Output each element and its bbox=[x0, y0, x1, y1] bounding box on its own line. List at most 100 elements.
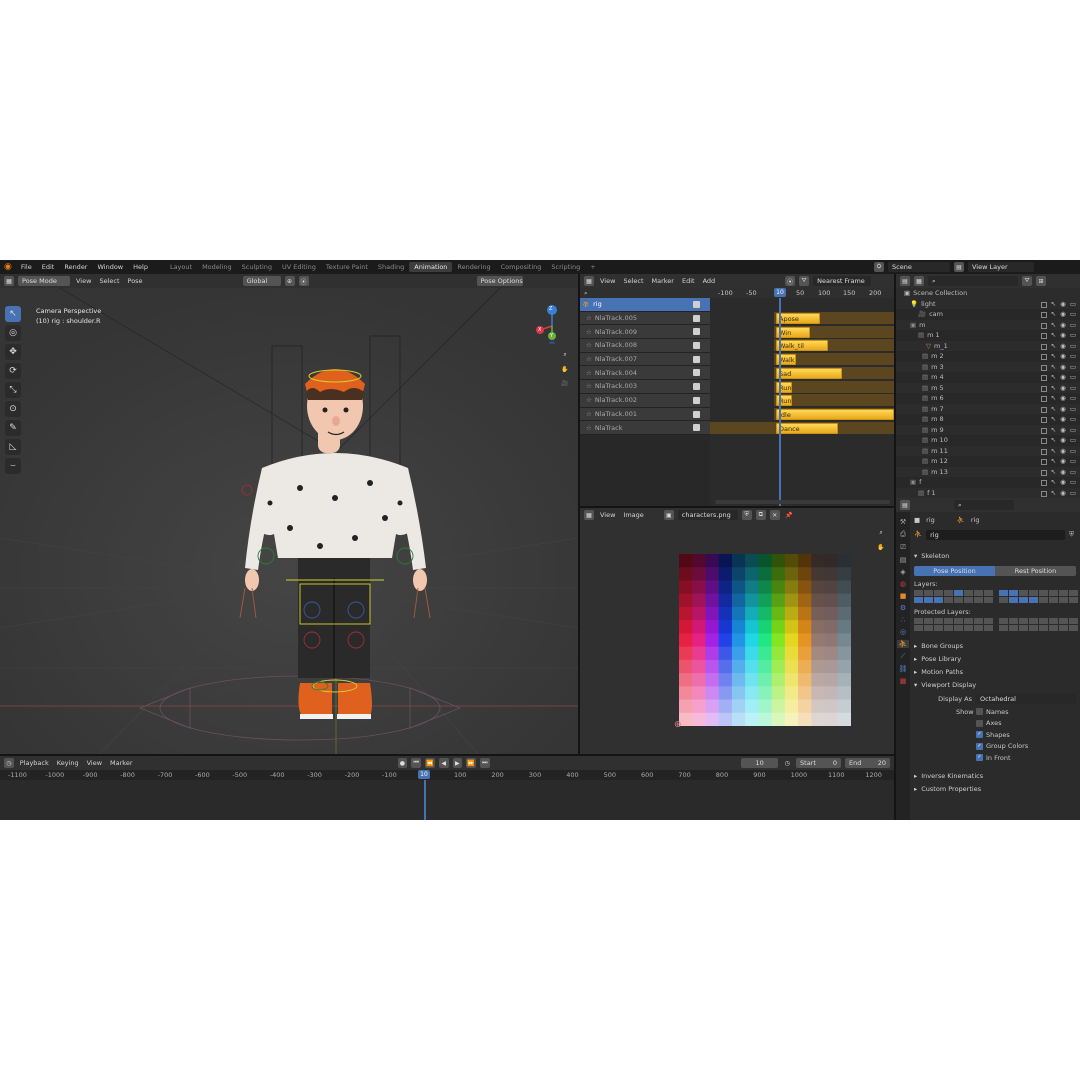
outliner-item[interactable]: ▤ m 3 ↖ ◉ ▭ bbox=[896, 361, 1080, 372]
select-arrow-icon[interactable]: ↖ bbox=[1051, 457, 1056, 465]
tab-animation[interactable]: Animation bbox=[409, 262, 453, 272]
timeline-current-frame[interactable]: 10 bbox=[418, 770, 430, 779]
layer-toggle[interactable] bbox=[964, 590, 973, 596]
bone-tab-icon[interactable]: ⟋ bbox=[901, 652, 906, 661]
eye-icon[interactable]: ◉ bbox=[1060, 342, 1066, 350]
scale-icon[interactable]: ⤡ bbox=[5, 382, 21, 398]
properties-search-input[interactable]: ⌕ bbox=[954, 500, 1014, 510]
layer-toggle[interactable] bbox=[944, 590, 953, 596]
transform-icon[interactable]: ⊙ bbox=[5, 401, 21, 417]
particles-tab-icon[interactable]: ∴ bbox=[901, 616, 905, 624]
snap-toggle-icon[interactable]: ⦿ bbox=[785, 276, 796, 286]
custom-properties-panel[interactable]: ▸ Custom Properties bbox=[910, 783, 1078, 794]
image-editor-type-icon[interactable]: ▦ bbox=[584, 510, 594, 520]
viewport-menu-view[interactable]: View bbox=[74, 277, 93, 285]
exclude-checkbox[interactable] bbox=[1040, 312, 1047, 319]
eye-icon[interactable]: ◉ bbox=[1060, 363, 1066, 371]
menu-file[interactable]: File bbox=[16, 263, 37, 271]
layer-toggle[interactable] bbox=[914, 618, 923, 624]
jump-end-icon[interactable]: ⏭ bbox=[479, 758, 490, 768]
checkbox[interactable]: ✓ bbox=[976, 731, 983, 739]
mode-selector[interactable]: Pose Mode bbox=[18, 276, 70, 286]
camera-icon[interactable]: ▭ bbox=[1070, 342, 1076, 350]
camera-icon[interactable]: ▭ bbox=[1070, 426, 1076, 434]
tab-sculpting[interactable]: Sculpting bbox=[237, 262, 277, 272]
nla-track[interactable]: ☆ NlaTrack.008 bbox=[580, 339, 710, 353]
camera-icon[interactable]: ▭ bbox=[1070, 373, 1076, 381]
nla-track[interactable]: ☆ NlaTrack bbox=[580, 421, 710, 435]
eye-icon[interactable]: ◉ bbox=[1060, 457, 1066, 465]
layer-toggle[interactable] bbox=[984, 590, 993, 596]
filter-icon[interactable]: ⛛ bbox=[1022, 276, 1032, 286]
nla-track[interactable]: ☆ NlaTrack.003 bbox=[580, 380, 710, 394]
camera-icon[interactable]: ▭ bbox=[1070, 352, 1076, 360]
jump-start-icon[interactable]: ⏮ bbox=[411, 758, 422, 768]
layer-toggle[interactable] bbox=[954, 618, 963, 624]
camera-icon[interactable]: ▭ bbox=[1070, 300, 1076, 308]
eye-icon[interactable]: ◉ bbox=[1060, 300, 1066, 308]
layer-toggle[interactable] bbox=[1039, 597, 1048, 603]
outliner-item[interactable]: ▤ m 8 ↖ ◉ ▭ bbox=[896, 414, 1080, 425]
shield-icon[interactable]: ⛨ bbox=[1069, 530, 1074, 540]
layer-toggle[interactable] bbox=[1049, 625, 1058, 631]
shield-icon[interactable]: ⛨ bbox=[741, 510, 752, 520]
physics-tab-icon[interactable]: ◎ bbox=[900, 628, 906, 636]
camera-icon[interactable]: ▭ bbox=[1070, 447, 1076, 455]
nla-menu-select[interactable]: Select bbox=[621, 277, 645, 285]
outliner-item[interactable]: ▤ m 7 ↖ ◉ ▭ bbox=[896, 403, 1080, 414]
inverse-kinematics-panel[interactable]: ▸ Inverse Kinematics bbox=[910, 770, 1078, 781]
select-arrow-icon[interactable]: ↖ bbox=[1051, 436, 1056, 444]
eye-icon[interactable]: ◉ bbox=[1060, 310, 1066, 318]
eye-icon[interactable]: ◉ bbox=[1060, 426, 1066, 434]
exclude-checkbox[interactable] bbox=[1040, 438, 1047, 445]
pin-icon[interactable]: 📌 bbox=[784, 510, 794, 520]
new-collection-icon[interactable]: ⊞ bbox=[1036, 276, 1046, 286]
layer-toggle[interactable] bbox=[924, 618, 933, 624]
viewport-menu-pose[interactable]: Pose bbox=[126, 277, 145, 285]
nla-strip-area[interactable]: Apose Win Walk_til Walk Sad Run Run Idle Dance bbox=[710, 288, 894, 508]
camera-icon[interactable]: ▭ bbox=[1070, 384, 1076, 392]
menu-window[interactable]: Window bbox=[92, 263, 128, 271]
eye-icon[interactable]: ◉ bbox=[1060, 331, 1066, 339]
layer-toggle[interactable] bbox=[1069, 590, 1078, 596]
viewport-menu-select[interactable]: Select bbox=[97, 277, 121, 285]
image-menu-view[interactable]: View bbox=[598, 511, 617, 519]
rest-position-button[interactable]: Rest Position bbox=[995, 566, 1076, 576]
checkbox[interactable] bbox=[693, 396, 700, 404]
exclude-checkbox[interactable] bbox=[1040, 354, 1047, 361]
nla-menu-edit[interactable]: Edit bbox=[680, 277, 697, 285]
menu-edit[interactable]: Edit bbox=[37, 263, 60, 271]
select-arrow-icon[interactable]: ↖ bbox=[1051, 394, 1056, 402]
nla-strip[interactable]: Apose bbox=[776, 313, 820, 324]
nla-menu-add[interactable]: Add bbox=[701, 277, 718, 285]
timeline-ruler[interactable]: -1100 -1000 -900 -800 -700 -600 -500 -400 -300 -2… bbox=[0, 770, 894, 780]
play-icon[interactable]: ▶ bbox=[452, 758, 463, 768]
nla-search[interactable]: ⌕ bbox=[580, 288, 710, 298]
layer-toggle[interactable] bbox=[1009, 625, 1018, 631]
layer-toggle[interactable] bbox=[934, 590, 943, 596]
viewport-display-panel[interactable]: ▾ Viewport Display bbox=[910, 679, 1078, 690]
camera-icon[interactable]: ▭ bbox=[1070, 405, 1076, 413]
layer-toggle[interactable] bbox=[934, 625, 943, 631]
eye-icon[interactable]: ◉ bbox=[1060, 384, 1066, 392]
outliner-item[interactable]: ▽ m_1 ↖ ◉ ▭ bbox=[896, 340, 1080, 351]
prev-keyframe-icon[interactable]: ⏪ bbox=[425, 758, 435, 768]
tab-modeling[interactable]: Modeling bbox=[197, 262, 237, 272]
tab-layout[interactable]: Layout bbox=[165, 262, 197, 272]
checkbox[interactable] bbox=[976, 708, 983, 716]
outliner-item[interactable]: ▤ m 6 ↖ ◉ ▭ bbox=[896, 393, 1080, 404]
checkbox[interactable] bbox=[976, 719, 983, 727]
checkbox[interactable] bbox=[693, 410, 700, 418]
exclude-checkbox[interactable] bbox=[1040, 459, 1047, 466]
nla-track[interactable]: ☆ NlaTrack.005 bbox=[580, 311, 710, 326]
armature-data-tab-icon[interactable]: ⛹ bbox=[896, 640, 910, 648]
layer-toggle[interactable] bbox=[944, 618, 953, 624]
select-arrow-icon[interactable]: ↖ bbox=[1051, 405, 1056, 413]
show-option[interactable]: ✓ Shapes bbox=[976, 729, 1028, 741]
exclude-checkbox[interactable] bbox=[1040, 375, 1047, 382]
bone-constraint-tab-icon[interactable]: ⛓ bbox=[899, 665, 908, 673]
layer-toggle[interactable] bbox=[1019, 590, 1028, 596]
eye-icon[interactable]: ◉ bbox=[1060, 468, 1066, 476]
nla-track[interactable]: ☆ NlaTrack.001 bbox=[580, 407, 710, 422]
camera-icon[interactable]: ▭ bbox=[1070, 331, 1076, 339]
